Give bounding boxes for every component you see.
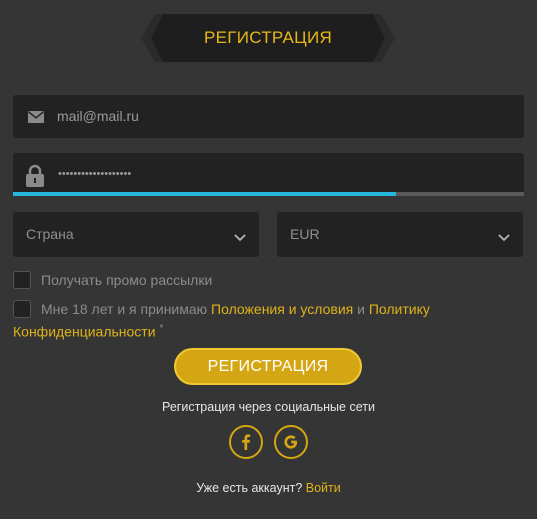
currency-select[interactable]: EUR — [277, 212, 523, 257]
page-title: РЕГИСТРАЦИЯ — [203, 28, 333, 47]
email-value[interactable]: mail@mail.ru — [57, 95, 139, 138]
currency-select-value: EUR — [290, 226, 320, 242]
page-title-badge: РЕГИСТРАЦИЯ — [141, 14, 395, 62]
social-caption: Регистрация через социальные сети — [162, 400, 375, 414]
facebook-button[interactable] — [229, 425, 263, 459]
login-prompt: Уже есть аккаунт? Войти — [0, 481, 537, 495]
login-link[interactable]: Войти — [306, 481, 341, 495]
password-field[interactable]: ••••••••••••••••••• — [13, 153, 524, 196]
password-value[interactable]: ••••••••••••••••••• — [58, 153, 131, 196]
promo-checkbox[interactable] — [13, 271, 31, 289]
login-prompt-text: Уже есть аккаунт? — [196, 481, 306, 495]
lock-icon — [25, 164, 45, 193]
country-select-value: Страна — [26, 226, 74, 242]
promo-checkbox-label: Получать промо рассылки — [41, 272, 213, 288]
register-button[interactable]: РЕГИСТРАЦИЯ — [174, 348, 362, 385]
facebook-icon — [242, 434, 251, 450]
envelope-icon — [28, 110, 44, 128]
terms-and: и — [353, 301, 369, 317]
google-button[interactable] — [274, 425, 308, 459]
terms-prefix: Мне 18 лет и я принимаю — [41, 301, 212, 317]
terms-link[interactable]: Положения и условия — [211, 301, 353, 317]
email-field[interactable]: mail@mail.ru — [13, 95, 524, 138]
chevron-down-icon — [234, 229, 246, 247]
password-strength-fill — [13, 192, 397, 196]
terms-checkbox-label: Мне 18 лет и я принимаю Положения и усло… — [13, 299, 463, 342]
google-icon — [284, 435, 298, 449]
chevron-down-icon — [498, 229, 510, 247]
required-mark: * — [159, 323, 164, 334]
country-select[interactable]: Страна — [13, 212, 259, 257]
password-strength-bar — [13, 192, 524, 196]
